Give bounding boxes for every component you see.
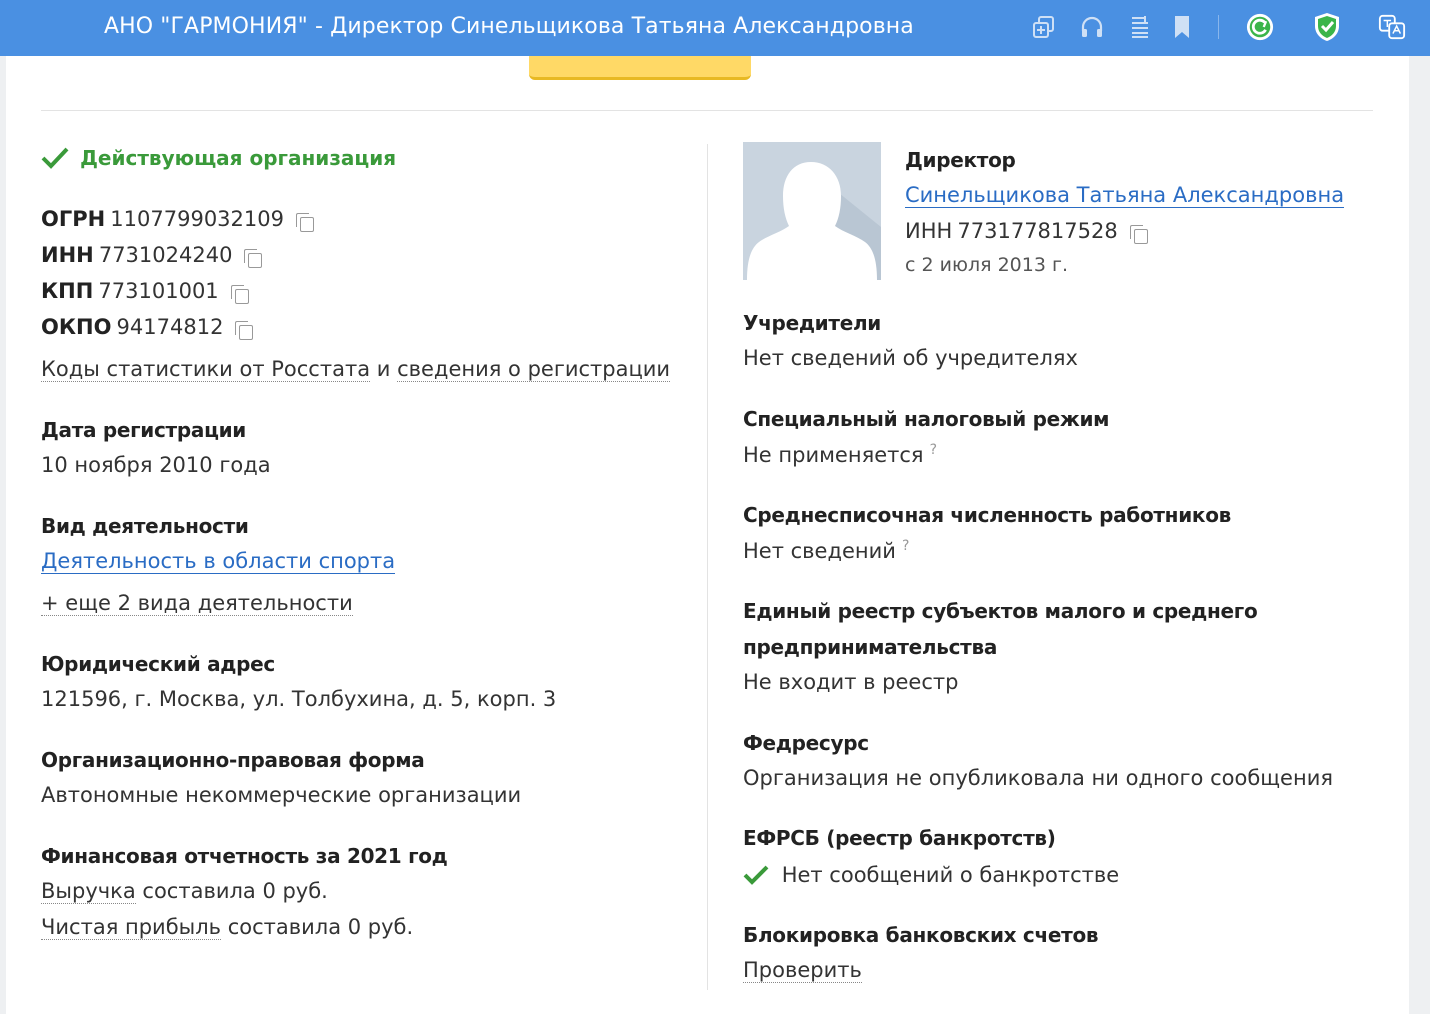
reader-icon[interactable] <box>1126 12 1154 42</box>
fedresurs-heading: Федресурс <box>743 731 869 755</box>
activity-link[interactable]: Деятельность в области спорта <box>41 549 396 574</box>
efrsb-value: Нет сообщений о банкротстве <box>781 863 1120 887</box>
efrsb-heading: ЕФРСБ (реестр банкротств) <box>743 826 1056 850</box>
stats-row: Коды статистики от Росстата и сведения о… <box>41 357 671 382</box>
code-value: 773101001 <box>98 279 219 303</box>
inn-value: 773177817528 <box>957 219 1118 243</box>
employees-row: Нет сведений? <box>743 538 909 563</box>
and-text: и <box>376 357 391 381</box>
copy-icon[interactable] <box>1129 224 1148 244</box>
tax-regime-heading: Специальный налоговый режим <box>743 407 1110 431</box>
code-kpp: КПП 773101001 <box>41 279 249 304</box>
address-value: 121596, г. Москва, ул. Толбухина, д. 5, … <box>41 687 557 711</box>
revenue-text: составила 0 руб. <box>142 879 328 903</box>
director-since: с 2 июля 2013 г. <box>905 254 1068 276</box>
copy-icon[interactable] <box>296 212 314 232</box>
code-value: 94174812 <box>116 315 224 339</box>
headphones-icon[interactable] <box>1078 12 1106 42</box>
rosstat-codes-link[interactable]: Коды статистики от Росстата <box>41 357 371 382</box>
tax-regime-value: Не применяется <box>743 443 924 467</box>
yellow-action-button[interactable] <box>529 56 751 80</box>
toolbar-separator <box>1218 15 1219 39</box>
legal-form-heading: Организационно-правовая форма <box>41 748 425 772</box>
refresh-ext-icon[interactable] <box>1246 12 1274 42</box>
help-icon[interactable]: ? <box>930 442 937 458</box>
profit-row: Чистая прибыль составила 0 руб. <box>41 915 414 940</box>
code-label: КПП <box>41 279 94 303</box>
checkmark-icon <box>743 865 769 885</box>
legal-form-value: Автономные некоммерческие организации <box>41 783 522 807</box>
code-inn: ИНН 7731024240 <box>41 243 263 268</box>
translate-icon[interactable] <box>1378 12 1406 42</box>
window-title: АНО "ГАРМОНИЯ" - Директор Синельщикова Т… <box>104 14 914 39</box>
founders-value: Нет сведений об учредителях <box>743 346 1078 370</box>
code-label: ОГРН <box>41 207 106 231</box>
director-role: Директор <box>905 148 1016 172</box>
address-heading: Юридический адрес <box>41 652 275 676</box>
check-link[interactable]: Проверить <box>743 958 862 983</box>
registration-info-link[interactable]: сведения о регистрации <box>397 357 671 382</box>
fedresurs-value: Организация не опубликовала ни одного со… <box>743 766 1333 790</box>
msp-heading-line2: предпринимательства <box>743 635 998 659</box>
reg-date-heading: Дата регистрации <box>41 418 247 442</box>
director-avatar <box>743 142 881 280</box>
bookmark-icon[interactable] <box>1168 12 1196 42</box>
revenue-link[interactable]: Выручка <box>41 879 136 904</box>
code-okpo: ОКПО 94174812 <box>41 315 254 340</box>
msp-heading-line1: Единый реестр субъектов малого и среднег… <box>743 599 1258 623</box>
reg-date-value: 10 ноября 2010 года <box>41 453 271 477</box>
bank-block-heading: Блокировка банковских счетов <box>743 923 1099 947</box>
profit-link[interactable]: Чистая прибыль <box>41 915 222 940</box>
director-inn: ИНН 773177817528 <box>905 219 1148 244</box>
efrsb-row: Нет сообщений о банкротстве <box>743 862 1119 887</box>
code-value: 7731024240 <box>98 243 233 267</box>
copy-icon[interactable] <box>230 284 249 304</box>
divider <box>41 110 1373 111</box>
activity-heading: Вид деятельности <box>41 514 249 538</box>
copy-icon[interactable] <box>244 248 263 268</box>
help-icon[interactable]: ? <box>902 538 909 554</box>
status-row: Действующая организация <box>41 146 396 170</box>
tax-regime-row: Не применяется? <box>743 442 937 467</box>
director-name-link[interactable]: Синельщикова Татьяна Александровна <box>905 183 1345 208</box>
column-divider <box>707 144 708 990</box>
more-activities-link[interactable]: + еще 2 вида деятельности <box>41 591 353 616</box>
code-label: ИНН <box>41 243 94 267</box>
company-card: Действующая организация ОГРН 11077990321… <box>6 56 1409 1014</box>
revenue-row: Выручка составила 0 руб. <box>41 879 328 904</box>
window-title-bar: АНО "ГАРМОНИЯ" - Директор Синельщикова Т… <box>0 0 1430 56</box>
checkmark-icon <box>41 147 69 169</box>
add-window-icon[interactable] <box>1030 12 1058 42</box>
profit-text: составила 0 руб. <box>227 915 414 939</box>
code-label: ОКПО <box>41 315 112 339</box>
code-value: 1107799032109 <box>110 207 284 231</box>
finance-heading: Финансовая отчетность за 2021 год <box>41 844 448 868</box>
employees-heading: Среднесписочная численность работников <box>743 503 1231 527</box>
shield-check-icon[interactable] <box>1313 12 1341 42</box>
copy-icon[interactable] <box>235 320 254 340</box>
inn-label: ИНН <box>905 219 953 243</box>
founders-heading: Учредители <box>743 311 882 335</box>
code-ogrn: ОГРН 1107799032109 <box>41 207 314 232</box>
status-label: Действующая организация <box>80 146 397 170</box>
employees-value: Нет сведений <box>743 539 896 563</box>
msp-value: Не входит в реестр <box>743 670 959 694</box>
